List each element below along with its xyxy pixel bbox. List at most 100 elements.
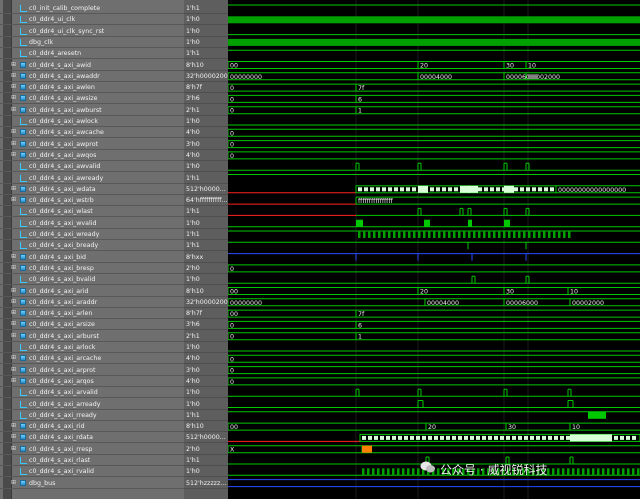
expand-icon[interactable]: ⊞ — [11, 479, 18, 487]
signal-value: 3'h6 — [184, 93, 228, 105]
wave-label: 00 — [230, 311, 238, 318]
signal-name-pane[interactable]: c0_init_calib_complete c0_ddr4_ui_clk c0_d… — [0, 0, 184, 499]
signal-row[interactable]: c0_ddr4_s_axi_awlock — [0, 116, 184, 127]
wave-label: 00000000 — [230, 300, 262, 307]
signal-row[interactable]: ⊞ c0_ddr4_s_axi_awqos — [0, 150, 184, 161]
wave-block — [363, 231, 366, 238]
signal-value: 4'h0 — [184, 376, 228, 387]
expand-icon[interactable]: ⊞ — [11, 309, 18, 317]
signal-row[interactable]: c0_ddr4_s_axi_bvalid — [0, 274, 184, 286]
bus-signal-icon — [20, 264, 26, 271]
signal-row[interactable]: c0_ddr4_s_axi_awvalid — [0, 161, 184, 173]
expand-icon[interactable]: ⊞ — [11, 433, 18, 441]
wave-label: 0 — [230, 368, 234, 375]
expand-icon[interactable]: ⊞ — [11, 72, 18, 80]
signal-row[interactable]: c0_init_calib_complete — [0, 3, 184, 14]
signal-row[interactable]: c0_ddr4_s_axi_arvalid — [0, 387, 184, 399]
wave-label: 00 — [230, 424, 238, 431]
data-cell — [428, 435, 432, 440]
wave-block — [478, 231, 481, 238]
signal-row[interactable]: ⊞ c0_ddr4_s_axi_awsize — [0, 93, 184, 105]
signal-row[interactable]: c0_ddr4_ui_clk_sync_rst — [0, 26, 184, 37]
expand-icon[interactable]: ⊞ — [11, 422, 18, 430]
signal-row[interactable]: c0_ddr4_s_axi_rlast — [0, 455, 184, 466]
expand-icon[interactable]: ⊞ — [11, 332, 18, 340]
expand-icon[interactable]: ⊞ — [11, 298, 18, 306]
data-cell — [478, 187, 482, 192]
expand-icon[interactable]: ⊞ — [11, 445, 18, 453]
signal-row[interactable]: ⊞ c0_ddr4_s_axi_arlen — [0, 308, 184, 320]
signal-row[interactable]: ⊞ c0_ddr4_s_axi_awid — [0, 60, 184, 71]
signal-row[interactable]: ⊞ c0_ddr4_s_axi_arqos — [0, 376, 184, 387]
signal-row[interactable]: ⊞ c0_ddr4_s_axi_arcache — [0, 353, 184, 365]
expand-icon[interactable]: ⊞ — [11, 287, 18, 295]
signal-row[interactable]: ⊞ c0_ddr4_s_axi_awaddr — [0, 71, 184, 82]
signal-row[interactable]: ⊞ c0_ddr4_s_axi_arsize — [0, 319, 184, 331]
signal-row[interactable]: ⊞ c0_ddr4_s_axi_arburst — [0, 331, 184, 342]
signal-name: c0_ddr4_s_axi_rlast — [29, 457, 91, 464]
wave-block — [397, 468, 400, 476]
signal-row[interactable]: ⊞ c0_ddr4_s_axi_wdata — [0, 184, 184, 195]
signal-row[interactable]: ⊞ c0_ddr4_s_axi_wstrb — [0, 195, 184, 207]
signal-row[interactable]: c0_ddr4_s_axi_arlock — [0, 342, 184, 353]
signal-row[interactable]: c0_ddr4_s_axi_bready — [0, 240, 184, 252]
signal-row[interactable]: c0_ddr4_ui_clk — [0, 14, 184, 26]
signal-row[interactable]: c0_ddr4_aresetn — [0, 48, 184, 60]
signal-row[interactable]: c0_ddr4_s_axi_wvalid — [0, 218, 184, 229]
signal-value-pane[interactable]: 1'h1 1'h0 1'h0 1'h0 1'h1 8'h10 32'h00002000 8'h… — [184, 0, 228, 499]
signal-row[interactable]: ⊞ c0_ddr4_s_axi_rid — [0, 421, 184, 433]
wire-signal-icon — [20, 163, 27, 171]
expand-icon[interactable]: ⊞ — [11, 140, 18, 148]
expand-icon[interactable]: ⊞ — [11, 151, 18, 159]
wave-label: 0 — [230, 108, 234, 115]
signal-row[interactable]: ⊞ c0_ddr4_s_axi_rresp — [0, 444, 184, 455]
signal-value: 1'h0 — [184, 218, 228, 229]
signal-row[interactable]: c0_ddr4_s_axi_wlast — [0, 206, 184, 218]
expand-icon[interactable]: ⊞ — [11, 377, 18, 385]
expand-icon[interactable]: ⊞ — [11, 320, 18, 328]
data-cell — [482, 435, 486, 440]
signal-row[interactable]: ⊞ c0_ddr4_s_axi_awprot — [0, 139, 184, 150]
expand-icon[interactable]: ⊞ — [11, 61, 18, 69]
expand-icon[interactable]: ⊞ — [11, 196, 18, 204]
signal-row[interactable]: ⊞ c0_ddr4_s_axi_arid — [0, 286, 184, 297]
expand-icon[interactable]: ⊞ — [11, 185, 18, 193]
signal-row[interactable]: ⊞ dbg_bus — [0, 478, 184, 489]
signal-value: 1'h1 — [184, 229, 228, 240]
signal-row[interactable]: ⊞ c0_ddr4_s_axi_awcache — [0, 127, 184, 139]
expand-icon[interactable]: ⊞ — [11, 106, 18, 114]
signal-row[interactable]: ⊞ c0_ddr4_s_axi_awburst — [0, 105, 184, 116]
signal-row[interactable]: ⊞ c0_ddr4_s_axi_awlen — [0, 82, 184, 94]
bus-signal-icon — [20, 253, 26, 260]
signal-row[interactable]: c0_ddr4_s_axi_rready — [0, 410, 184, 421]
signal-row[interactable]: ⊞ c0_ddr4_s_axi_arprot — [0, 365, 184, 376]
signal-name: c0_ddr4_s_axi_bready — [29, 242, 99, 250]
signal-row[interactable]: c0_ddr4_s_axi_awready — [0, 173, 184, 184]
signal-row[interactable]: c0_ddr4_s_axi_rvalid — [0, 466, 184, 478]
signal-row[interactable]: c0_ddr4_s_axi_wready — [0, 229, 184, 240]
wire-signal-icon — [20, 118, 27, 125]
signal-row[interactable]: ⊞ c0_ddr4_s_axi_bid — [0, 252, 184, 263]
signal-row[interactable]: dbg_clk — [0, 37, 184, 48]
data-cell — [566, 435, 570, 440]
bus-signal-icon — [20, 434, 26, 441]
wechat-icon — [420, 461, 435, 473]
expand-icon[interactable]: ⊞ — [11, 128, 18, 136]
signal-row[interactable]: ⊞ c0_ddr4_s_axi_araddr — [0, 297, 184, 308]
data-cell — [410, 435, 414, 440]
signal-row[interactable]: ⊞ c0_ddr4_s_axi_rdata — [0, 432, 184, 444]
expand-icon[interactable]: ⊞ — [11, 83, 18, 91]
expand-icon[interactable]: ⊞ — [11, 253, 18, 261]
wave-label: 0 — [230, 130, 234, 137]
waveform-pane[interactable]: 00 20 30 1000000000 00004000 0000600000002000… — [228, 0, 640, 499]
expand-icon[interactable]: ⊞ — [11, 354, 18, 362]
wave-label: 00000000000000000 — [558, 187, 626, 194]
signal-row[interactable]: ⊞ c0_ddr4_s_axi_bresp — [0, 263, 184, 274]
bus-signal-icon — [20, 321, 26, 328]
wave-block — [597, 468, 600, 476]
signal-row[interactable]: c0_ddr4_s_axi_arready — [0, 399, 184, 410]
expand-icon[interactable]: ⊞ — [11, 366, 18, 374]
data-cell — [560, 435, 564, 440]
expand-icon[interactable]: ⊞ — [11, 94, 18, 102]
expand-icon[interactable]: ⊞ — [11, 264, 18, 272]
